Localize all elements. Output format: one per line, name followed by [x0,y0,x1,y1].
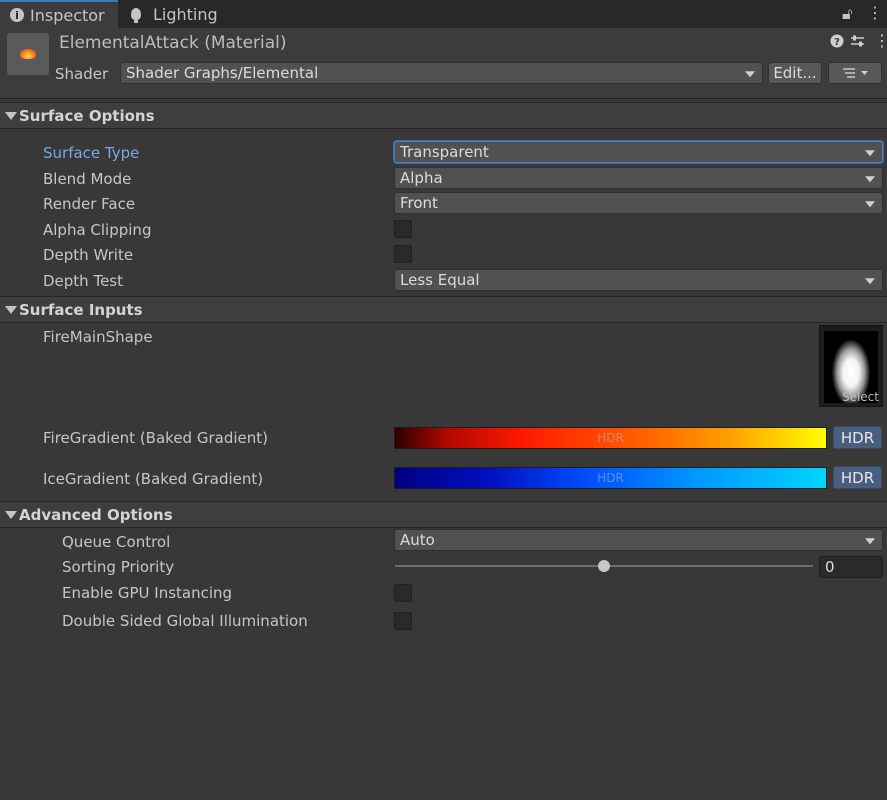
fire-gradient-hdr-label: HDR [840,428,875,447]
surface-type-value: Transparent [400,143,489,161]
surface-inputs-title: Surface Inputs [19,301,143,319]
double-sided-gi-checkbox[interactable] [394,612,412,630]
alpha-clipping-checkbox[interactable] [394,220,412,238]
edit-shader-button[interactable]: Edit... [768,62,822,84]
fire-gradient-hdr-overlay: HDR [597,431,624,445]
tab-lighting-label: Lighting [153,4,218,24]
depth-write-label: Depth Write [43,246,134,264]
depth-test-dropdown[interactable]: Less Equal [394,269,883,291]
material-title: ElementalAttack (Material) [59,33,287,53]
surface-options-header[interactable]: Surface Options [0,102,887,129]
sorting-priority-field[interactable]: 0 [819,556,883,578]
chevron-down-icon [865,176,875,183]
surface-type-label: Surface Type [43,144,140,162]
depth-test-label: Depth Test [43,272,123,290]
queue-control-value: Auto [400,531,435,549]
queue-control-label: Queue Control [62,533,171,551]
depth-write-checkbox[interactable] [394,245,412,263]
chevron-down-icon [865,150,875,157]
sorting-priority-value: 0 [825,558,835,576]
ice-gradient-hdr-overlay: HDR [597,471,624,485]
ice-gradient-hdr-label: HDR [840,468,875,487]
chevron-down-icon [745,71,755,78]
tab-inspector[interactable]: i Inspector [0,0,118,28]
foldout-triangle-icon [5,511,17,519]
blend-mode-value: Alpha [400,169,443,187]
edit-shader-label: Edit... [773,64,817,82]
tab-lighting[interactable]: Lighting [131,0,231,28]
surface-type-dropdown[interactable]: Transparent [394,141,883,163]
chevron-down-icon [865,278,875,285]
help-icon[interactable]: ? [830,34,844,52]
alpha-clipping-label: Alpha Clipping [43,221,152,239]
sorting-priority-slider-handle[interactable] [598,560,610,572]
foldout-triangle-icon [5,112,17,120]
render-face-value: Front [400,194,438,212]
fire-gradient-field[interactable]: HDR [394,427,827,449]
svg-text:?: ? [834,37,840,48]
list-menu-icon [843,68,868,78]
gpu-instancing-checkbox[interactable] [394,584,412,602]
blend-mode-dropdown[interactable]: Alpha [394,167,883,189]
kebab-menu-icon[interactable]: ⋮ [867,3,883,22]
advanced-options-title: Advanced Options [19,506,173,524]
material-thumbnail [7,33,49,75]
fire-main-shape-label: FireMainShape [43,328,153,346]
kebab-menu-icon[interactable]: ⋮ [874,31,887,50]
shader-label: Shader [55,65,109,83]
render-face-dropdown[interactable]: Front [394,192,883,214]
gpu-instancing-label: Enable GPU Instancing [62,584,233,602]
lock-icon[interactable]: 🔓︎ [842,4,852,24]
queue-control-dropdown[interactable]: Auto [394,529,883,551]
chevron-down-icon [865,201,875,208]
surface-options-title: Surface Options [19,107,155,125]
texture-select-label[interactable]: Select [842,390,879,404]
fire-main-shape-texture-slot[interactable]: Select [819,325,883,407]
tab-inspector-label: Inspector [30,5,105,25]
info-icon: i [10,8,24,22]
advanced-options-header[interactable]: Advanced Options [0,501,887,528]
preset-sliders-icon[interactable] [850,34,865,52]
ice-gradient-hdr-button[interactable]: HDR [833,466,882,489]
ice-gradient-field[interactable]: HDR [394,467,827,489]
render-face-label: Render Face [43,195,136,213]
fire-preview-icon [20,49,36,59]
double-sided-gi-label: Double Sided Global Illumination [62,612,308,630]
depth-test-value: Less Equal [400,271,480,289]
sorting-priority-label: Sorting Priority [62,558,175,576]
blend-mode-label: Blend Mode [43,170,132,188]
fire-gradient-label: FireGradient (Baked Gradient) [43,429,268,447]
foldout-triangle-icon [5,306,17,314]
surface-inputs-header[interactable]: Surface Inputs [0,296,887,323]
shader-dropdown[interactable]: Shader Graphs/Elemental [120,62,763,84]
lightbulb-icon [131,8,141,23]
ice-gradient-label: IceGradient (Baked Gradient) [43,470,264,488]
fire-gradient-hdr-button[interactable]: HDR [833,426,882,449]
chevron-down-icon [865,538,875,545]
shader-options-button[interactable] [828,62,882,84]
shader-dropdown-value: Shader Graphs/Elemental [126,64,319,82]
